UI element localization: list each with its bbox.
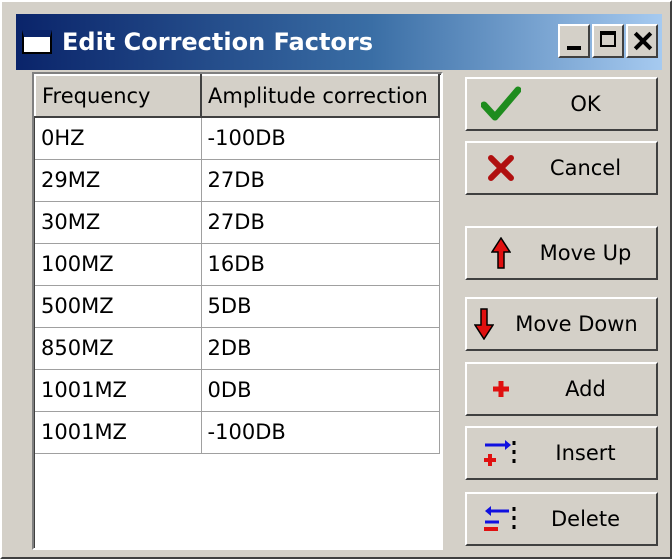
window-icon <box>22 30 52 54</box>
move-up-button[interactable]: Move Up <box>465 226 658 280</box>
x-mark-icon <box>479 148 523 188</box>
move-down-label: Move Down <box>515 312 638 336</box>
table-row[interactable]: 29MZ 27DB <box>35 159 440 202</box>
correction-grid[interactable]: Frequency Amplitude correction 0HZ -100DB… <box>32 72 443 550</box>
frequency-cell[interactable]: 29MZ <box>35 159 202 202</box>
table-row[interactable]: 100MZ 16DB <box>35 243 440 286</box>
cancel-label: Cancel <box>549 156 622 180</box>
correction-table: Frequency Amplitude correction 0HZ -100DB… <box>34 74 440 454</box>
column-header-frequency[interactable]: Frequency <box>34 74 203 118</box>
table-row[interactable]: 850MZ 2DB <box>35 327 440 370</box>
cancel-button[interactable]: Cancel <box>465 141 658 195</box>
amplitude-cell[interactable]: 16DB <box>201 243 440 286</box>
amplitude-cell[interactable]: 2DB <box>201 327 440 370</box>
frequency-cell[interactable]: 1001MZ <box>35 411 202 454</box>
insert-button[interactable]: Insert <box>465 426 658 480</box>
table-row[interactable]: 1001MZ -100DB <box>35 411 440 454</box>
column-header-amplitude[interactable]: Amplitude correction <box>200 74 440 118</box>
amplitude-cell[interactable]: 0DB <box>201 369 440 412</box>
delete-button[interactable]: Delete <box>465 492 658 546</box>
add-button[interactable]: Add <box>465 362 658 416</box>
title-bar[interactable]: Edit Correction Factors <box>16 14 662 70</box>
amplitude-cell[interactable]: 27DB <box>201 159 440 202</box>
window-title: Edit Correction Factors <box>62 28 374 56</box>
frequency-cell[interactable]: 1001MZ <box>35 369 202 412</box>
frequency-cell[interactable]: 0HZ <box>35 117 202 160</box>
table-row[interactable]: 500MZ 5DB <box>35 285 440 328</box>
maximize-icon[interactable] <box>592 24 624 58</box>
delete-label: Delete <box>551 507 620 531</box>
title-bar-buttons <box>556 24 658 58</box>
amplitude-cell[interactable]: 5DB <box>201 285 440 328</box>
delete-row-icon <box>479 499 523 539</box>
frequency-cell[interactable]: 500MZ <box>35 285 202 328</box>
table-header-row: Frequency Amplitude correction <box>34 74 440 118</box>
table-row[interactable]: 30MZ 27DB <box>35 201 440 244</box>
amplitude-cell[interactable]: -100DB <box>201 411 440 454</box>
minimize-icon[interactable] <box>558 24 590 58</box>
move-up-label: Move Up <box>539 241 632 265</box>
insert-label: Insert <box>555 441 616 465</box>
amplitude-cell[interactable]: -100DB <box>201 117 440 160</box>
arrow-up-icon <box>479 233 523 273</box>
arrow-down-icon <box>469 304 499 344</box>
dialog-window: Edit Correction Factors Frequency Amplit… <box>0 0 672 559</box>
insert-row-icon <box>479 433 523 473</box>
ok-button[interactable]: OK <box>465 77 658 131</box>
close-icon[interactable] <box>626 24 658 58</box>
plus-icon <box>479 369 523 409</box>
frequency-cell[interactable]: 30MZ <box>35 201 202 244</box>
move-down-button[interactable]: Move Down <box>465 297 658 351</box>
frequency-cell[interactable]: 100MZ <box>35 243 202 286</box>
checkmark-icon <box>479 84 523 124</box>
table-row[interactable]: 0HZ -100DB <box>35 117 440 160</box>
amplitude-cell[interactable]: 27DB <box>201 201 440 244</box>
ok-label: OK <box>570 92 601 116</box>
frequency-cell[interactable]: 850MZ <box>35 327 202 370</box>
add-label: Add <box>565 377 606 401</box>
table-row[interactable]: 1001MZ 0DB <box>35 369 440 412</box>
